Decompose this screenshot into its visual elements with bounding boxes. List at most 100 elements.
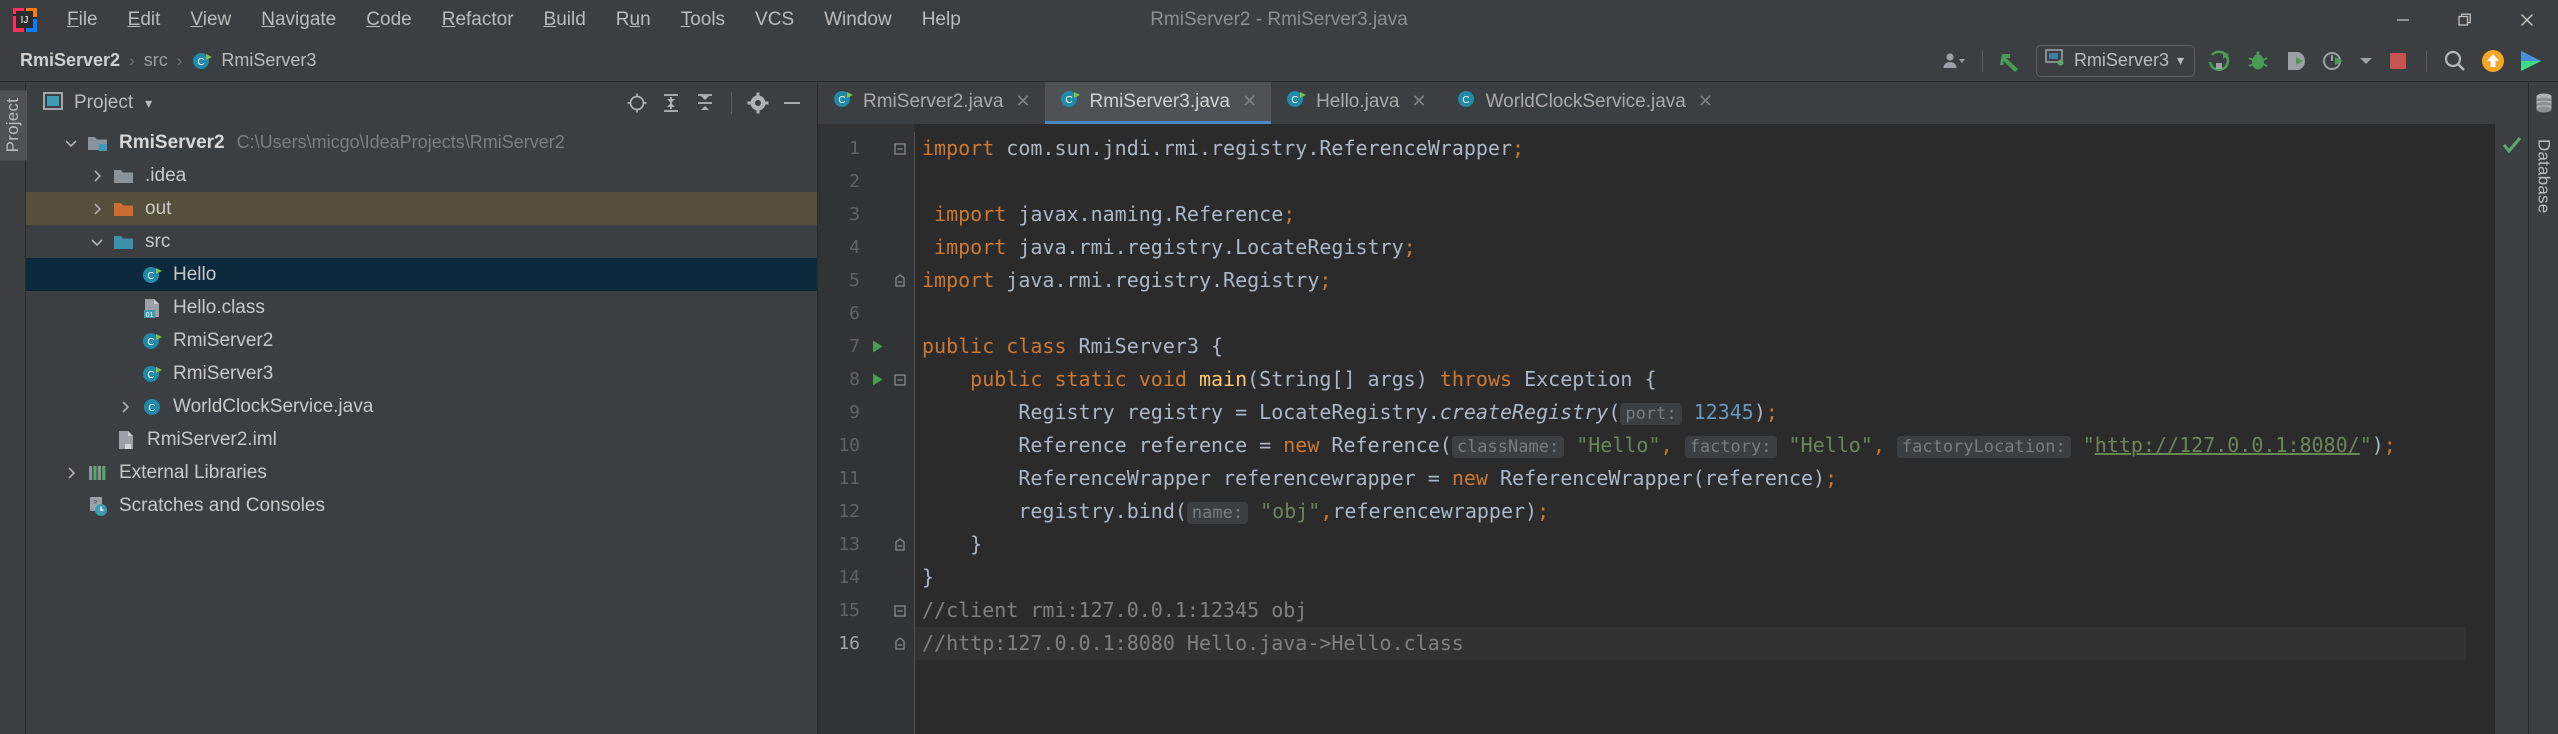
code-editor[interactable]: import com.sun.jndi.rmi.registry.Referen… — [914, 124, 2466, 734]
toolbar-divider — [1981, 49, 1983, 72]
toolbar-divider — [2426, 49, 2427, 72]
tree-row-external-libraries[interactable]: External Libraries — [26, 456, 817, 489]
title-bar: IJ File Edit View Navigate Code Refactor… — [0, 0, 2558, 40]
gutter-line: 7 — [818, 330, 914, 363]
folder-source-icon — [110, 232, 138, 252]
close-button[interactable] — [2496, 0, 2558, 40]
tree-row-hello-class[interactable]: 01 Hello.class — [26, 291, 817, 324]
url-link[interactable]: http://127.0.0.1:8080/ — [2095, 433, 2360, 457]
tree-row-idea[interactable]: .idea — [26, 159, 817, 192]
run-configuration-selector[interactable]: RmiServer3 ▾ — [2035, 44, 2195, 77]
fold-minus-icon[interactable] — [888, 373, 912, 387]
breadcrumb-item-class[interactable]: RmiServer3 — [215, 48, 322, 73]
chevron-down-icon[interactable]: ▾ — [145, 95, 152, 112]
ide-features-icon[interactable] — [2512, 45, 2550, 77]
tree-row-hello[interactable]: C Hello — [26, 258, 817, 291]
editor-tab-rmiserver2[interactable]: C RmiServer2.java ✕ — [818, 82, 1045, 124]
run-icon[interactable] — [2201, 45, 2239, 77]
run-gutter-icon[interactable] — [866, 372, 888, 387]
fold-end-icon[interactable] — [888, 636, 912, 652]
tree-row-worldclockservice[interactable]: C WorldClockService.java — [26, 390, 817, 423]
stop-square-icon[interactable] — [2379, 45, 2417, 77]
tree-row-rmiserver3-class[interactable]: C RmiServer3 — [26, 357, 817, 390]
chevron-down-icon[interactable] — [84, 235, 110, 249]
fold-minus-icon[interactable] — [888, 604, 912, 618]
project-tree[interactable]: RmiServer2 C:\Users\micgo\IdeaProjects\R… — [26, 124, 817, 734]
chevron-right-icon[interactable] — [112, 400, 138, 414]
stripe-tab-project[interactable]: Project — [0, 90, 27, 161]
fold-end-icon[interactable] — [888, 537, 912, 553]
tree-row-rmiserver2-class[interactable]: C RmiServer2 — [26, 324, 817, 357]
menu-refactor[interactable]: Refactor — [427, 5, 529, 35]
gutter-line: 8 — [818, 363, 914, 396]
tree-row-rmiserver2[interactable]: RmiServer2 C:\Users\micgo\IdeaProjects\R… — [26, 126, 817, 159]
chevron-right-icon[interactable] — [84, 202, 110, 216]
run-gutter-icon[interactable] — [866, 339, 888, 354]
expand-all-icon[interactable] — [654, 88, 688, 118]
tree-row-out[interactable]: out — [26, 192, 817, 225]
close-icon[interactable]: ✕ — [1698, 91, 1713, 112]
breadcrumb-item-src[interactable]: src — [138, 48, 174, 73]
update-available-icon[interactable] — [2474, 45, 2512, 77]
minimize-button[interactable] — [2372, 0, 2434, 40]
breadcrumb-item-project[interactable]: RmiServer2 — [14, 48, 126, 73]
editor-tab-rmiserver3[interactable]: C RmiServer3.java ✕ — [1044, 82, 1272, 124]
line-number: 14 — [838, 567, 860, 588]
line-number: 13 — [838, 534, 860, 555]
collapse-all-icon[interactable] — [688, 88, 722, 118]
vcs-update-arrow-icon[interactable] — [1992, 45, 2030, 77]
close-icon[interactable]: ✕ — [1015, 91, 1030, 112]
editor-scrollbar[interactable] — [2466, 124, 2494, 734]
tree-row-iml[interactable]: RmiServer2.iml — [26, 423, 817, 456]
close-icon[interactable]: ✕ — [1242, 91, 1257, 112]
select-opened-file-icon[interactable] — [620, 88, 654, 118]
menu-tools[interactable]: Tools — [666, 5, 740, 35]
chevron-down-icon[interactable] — [2353, 45, 2379, 77]
menu-build[interactable]: Build — [529, 5, 601, 35]
search-everywhere-icon[interactable] — [2436, 45, 2474, 77]
menu-navigate[interactable]: Navigate — [246, 5, 351, 35]
gutter-line: 11 — [818, 462, 914, 495]
menu-help[interactable]: Help — [907, 5, 976, 35]
menu-view[interactable]: View — [175, 5, 246, 35]
editor-tab-hello[interactable]: C Hello.java ✕ — [1271, 82, 1441, 124]
project-panel-actions — [620, 88, 817, 118]
menu-run[interactable]: Run — [601, 5, 666, 35]
java-class-runnable-icon: C — [191, 50, 213, 72]
stripe-tab-database[interactable]: Database — [2530, 131, 2558, 221]
folder-orange-icon — [110, 199, 138, 219]
intellij-idea-logo-icon: IJ — [12, 7, 38, 33]
chevron-right-icon[interactable] — [84, 169, 110, 183]
project-panel-title: Project — [74, 92, 134, 113]
editor-gutter[interactable]: 1 2 3 4 5 6 7 8 9 10 11 12 13 14 15 16 — [818, 124, 914, 734]
chevron-down-icon[interactable] — [58, 136, 84, 150]
fold-minus-icon[interactable] — [888, 142, 912, 156]
tree-label: Hello.class — [173, 296, 265, 318]
settings-gear-icon[interactable] — [741, 88, 775, 118]
tree-label: WorldClockService.java — [173, 395, 374, 417]
hide-panel-icon[interactable] — [775, 88, 809, 118]
debug-bug-icon[interactable] — [2239, 45, 2277, 77]
menu-window[interactable]: Window — [809, 5, 907, 35]
menu-file[interactable]: File — [52, 5, 113, 35]
tree-label: src — [145, 230, 171, 252]
inspection-status-stripe[interactable] — [2494, 124, 2528, 734]
user-silhouette-icon[interactable] — [1935, 45, 1973, 77]
project-view-icon — [42, 90, 64, 117]
tree-row-src[interactable]: src — [26, 225, 817, 258]
menu-code[interactable]: Code — [351, 5, 426, 35]
navigation-bar: RmiServer2 › src › C RmiServer3 RmiServe… — [0, 40, 2558, 82]
profiler-icon[interactable] — [2315, 45, 2353, 77]
fold-end-icon[interactable] — [888, 273, 912, 289]
menu-vcs[interactable]: VCS — [740, 5, 809, 35]
editor-tab-worldclockservice[interactable]: C WorldClockService.java ✕ — [1441, 82, 1727, 124]
database-icon[interactable] — [2533, 92, 2555, 119]
java-class-icon: C — [1455, 88, 1477, 116]
menu-edit[interactable]: Edit — [113, 5, 176, 35]
tree-row-scratches[interactable]: >_ Scratches and Consoles — [26, 489, 817, 522]
maximize-restore-button[interactable] — [2434, 0, 2496, 40]
close-icon[interactable]: ✕ — [1412, 91, 1427, 112]
chevron-right-icon[interactable] — [58, 466, 84, 480]
run-with-coverage-icon[interactable] — [2277, 45, 2315, 77]
java-class-runnable-icon: C — [138, 330, 166, 352]
